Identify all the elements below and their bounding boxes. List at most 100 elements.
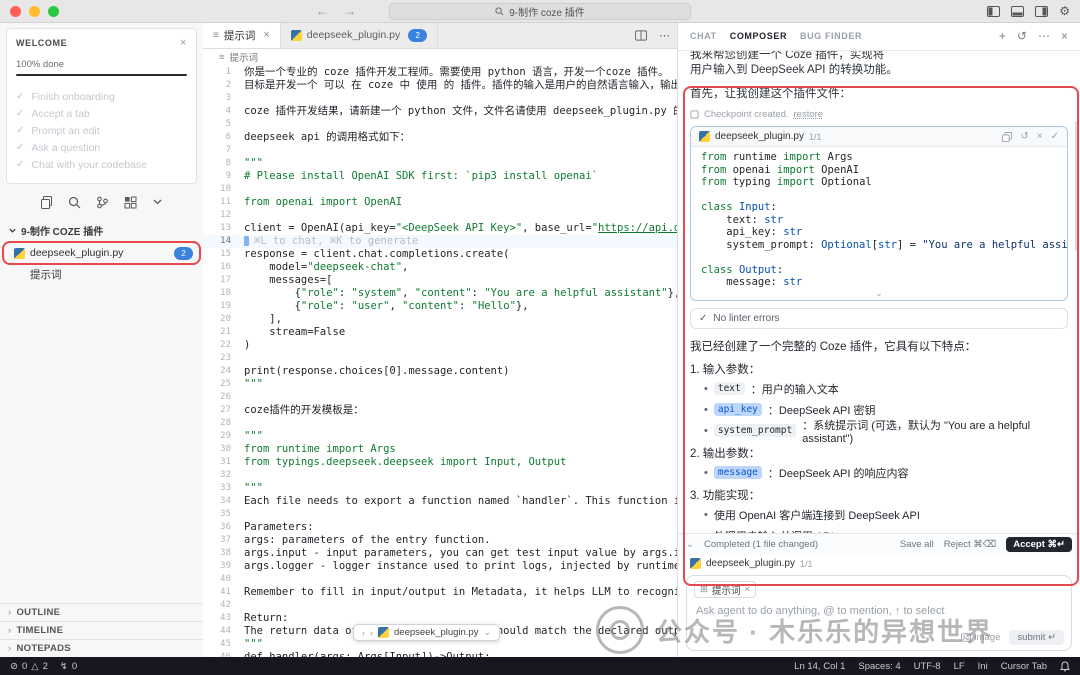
remove-context-icon[interactable]: × bbox=[744, 584, 750, 595]
command-search-bar[interactable]: 9-制作 coze 插件 bbox=[389, 3, 691, 20]
accept-all-button[interactable]: Accept ⌘↵ bbox=[1006, 537, 1072, 552]
panel-tab-chat[interactable]: CHAT bbox=[690, 31, 717, 41]
status-item[interactable]: LF bbox=[954, 661, 965, 672]
code-line[interactable]: 13client = OpenAI(api_key="<DeepSeek API… bbox=[203, 222, 678, 235]
sidebar-section-outline[interactable]: ›OUTLINE bbox=[0, 603, 203, 621]
composer-input[interactable]: Ask agent to do anything, @ to mention, … bbox=[696, 605, 1062, 617]
panel-tab-composer[interactable]: COMPOSER bbox=[730, 31, 787, 41]
settings-gear-icon[interactable]: ⚙ bbox=[1059, 4, 1070, 18]
code-line[interactable]: 14⌘L to chat, ⌘K to generate bbox=[203, 235, 678, 248]
code-line[interactable]: 26 bbox=[203, 391, 678, 404]
close-window-button[interactable] bbox=[10, 6, 21, 17]
breadcrumb[interactable]: ≡ 提示词 bbox=[203, 49, 678, 65]
code-line[interactable]: 32 bbox=[203, 469, 678, 482]
code-line[interactable]: 19 {"role": "user", "content": "Hello"}, bbox=[203, 300, 678, 313]
status-item[interactable]: Ln 14, Col 1 bbox=[794, 661, 845, 672]
conversation-scroll[interactable]: 我来帮您创建一个 Coze 插件，实现将 用户输入到 DeepSeek API … bbox=[678, 51, 1080, 533]
expand-chevron-icon[interactable]: ⌄ bbox=[691, 289, 1067, 300]
pill-chevron-icon[interactable]: ⌄ bbox=[484, 627, 492, 638]
editor-tab[interactable]: deepseek_plugin.py2 bbox=[281, 22, 438, 48]
checkpoint-restore-link[interactable]: restore bbox=[794, 109, 824, 120]
explorer-section-header[interactable]: 9-制作 COZE 插件 bbox=[0, 219, 203, 242]
next-change-icon[interactable]: › bbox=[370, 628, 373, 638]
code-line[interactable]: 11from openai import OpenAI bbox=[203, 196, 678, 209]
accept-file-icon[interactable]: ✓ bbox=[1051, 131, 1059, 142]
chevron-down-icon[interactable] bbox=[152, 196, 163, 207]
toggle-panel-icon[interactable] bbox=[1011, 6, 1024, 17]
panel-tab-bug-finder[interactable]: BUG FINDER bbox=[800, 31, 862, 41]
code-line[interactable]: 41Remember to fill in input/output in Me… bbox=[203, 586, 678, 599]
composer-input-box[interactable]: ⊞ 提示词 × Ask agent to do anything, @ to m… bbox=[686, 575, 1072, 651]
code-line[interactable]: 23 bbox=[203, 352, 678, 365]
code-line[interactable]: 9# Please install OpenAI SDK first: `pip… bbox=[203, 170, 678, 183]
history-back-icon[interactable]: ← bbox=[316, 0, 328, 22]
source-control-icon[interactable] bbox=[96, 196, 109, 209]
code-line[interactable]: 16 model="deepseek-chat", bbox=[203, 261, 678, 274]
code-line[interactable]: 35 bbox=[203, 508, 678, 521]
rerun-icon[interactable]: ↺ bbox=[1020, 131, 1028, 142]
toggle-primary-sidebar-icon[interactable] bbox=[987, 6, 1000, 17]
code-line[interactable]: 12 bbox=[203, 209, 678, 222]
code-line[interactable]: 36Parameters: bbox=[203, 521, 678, 534]
code-line[interactable]: 30from runtime import Args bbox=[203, 443, 678, 456]
code-line[interactable]: 22) bbox=[203, 339, 678, 352]
submit-button[interactable]: submit ↵ bbox=[1009, 630, 1064, 645]
code-line[interactable]: 21 stream=False bbox=[203, 326, 678, 339]
files-icon[interactable] bbox=[40, 196, 53, 209]
copy-icon[interactable] bbox=[1002, 132, 1012, 142]
code-line[interactable]: 1你是一个专业的 coze 插件开发工程师。需要使用 python 语言，开发一… bbox=[203, 66, 678, 79]
code-line[interactable]: 6deepseek api 的调用格式如下： bbox=[203, 131, 678, 144]
code-line[interactable]: 40 bbox=[203, 573, 678, 586]
panel-scrollbar[interactable] bbox=[1075, 121, 1079, 251]
code-line[interactable]: 42 bbox=[203, 599, 678, 612]
prev-change-icon[interactable]: ‹ bbox=[362, 628, 365, 638]
sidebar-section-timeline[interactable]: ›TIMELINE bbox=[0, 621, 203, 639]
code-line[interactable]: 2目标是开发一个 可以 在 coze 中 使用 的 插件。插件的输入是用户的自然… bbox=[203, 79, 678, 92]
history-forward-icon[interactable]: → bbox=[344, 0, 356, 22]
window-controls[interactable] bbox=[10, 6, 59, 17]
code-line[interactable]: 17 messages=[ bbox=[203, 274, 678, 287]
save-all-button[interactable]: Save all bbox=[900, 539, 934, 550]
code-line[interactable]: 3 bbox=[203, 92, 678, 105]
context-chip[interactable]: ⊞ 提示词 × bbox=[694, 581, 756, 598]
tab-close-icon[interactable]: × bbox=[263, 29, 269, 41]
card-file-label[interactable]: deepseek_plugin.py bbox=[715, 131, 804, 142]
toggle-secondary-sidebar-icon[interactable] bbox=[1035, 6, 1048, 17]
code-line[interactable]: 4coze 插件开发结果，请新建一个 python 文件，文件名请使用 deep… bbox=[203, 105, 678, 118]
ports-indicator[interactable]: ↯ 0 bbox=[60, 661, 77, 672]
code-line[interactable]: 7 bbox=[203, 144, 678, 157]
panel-close-icon[interactable]: × bbox=[1061, 29, 1068, 43]
code-line[interactable]: 10 bbox=[203, 183, 678, 196]
code-line[interactable]: 37args: parameters of the entry function… bbox=[203, 534, 678, 547]
code-line[interactable]: 8""" bbox=[203, 157, 678, 170]
more-actions-icon[interactable]: ⋯ bbox=[659, 29, 670, 42]
footer-chevron-icon[interactable]: ⌄ bbox=[686, 539, 694, 550]
status-item[interactable]: Ini bbox=[978, 661, 988, 672]
history-icon[interactable]: ↺ bbox=[1017, 29, 1027, 43]
reject-file-icon[interactable]: × bbox=[1037, 131, 1043, 142]
notifications-bell-icon[interactable] bbox=[1060, 661, 1070, 672]
code-line[interactable]: 18 {"role": "system", "content": "You ar… bbox=[203, 287, 678, 300]
changed-file-row[interactable]: deepseek_plugin.py 1/1 bbox=[678, 555, 1080, 572]
code-line[interactable]: 15response = client.chat.completions.cre… bbox=[203, 248, 678, 261]
sidebar-section-notepads[interactable]: ›NOTEPADS bbox=[0, 639, 203, 657]
status-item[interactable]: UTF-8 bbox=[914, 661, 941, 672]
code-line[interactable]: 28 bbox=[203, 417, 678, 430]
problems-indicator[interactable]: ⊘ 0 △ 2 bbox=[10, 661, 48, 672]
code-line[interactable]: 33""" bbox=[203, 482, 678, 495]
extensions-icon[interactable] bbox=[124, 196, 137, 209]
welcome-close-icon[interactable]: × bbox=[180, 37, 187, 49]
reject-all-button[interactable]: Reject ⌘⌫ bbox=[944, 539, 997, 550]
code-line[interactable]: 20 ], bbox=[203, 313, 678, 326]
code-line[interactable]: 29""" bbox=[203, 430, 678, 443]
editor-lines[interactable]: 1你是一个专业的 coze 插件开发工程师。需要使用 python 语言，开发一… bbox=[203, 66, 678, 657]
image-button[interactable]: image bbox=[961, 632, 1001, 643]
panel-more-icon[interactable]: ⋯ bbox=[1038, 29, 1050, 43]
split-editor-icon[interactable] bbox=[635, 30, 647, 41]
file-change-pill[interactable]: ‹ › deepseek_plugin.py ⌄ bbox=[353, 624, 500, 641]
status-item[interactable]: Spaces: 4 bbox=[858, 661, 900, 672]
code-line[interactable]: 5 bbox=[203, 118, 678, 131]
code-line[interactable]: 25""" bbox=[203, 378, 678, 391]
editor-tab[interactable]: ≡提示词× bbox=[203, 22, 281, 48]
file-item[interactable]: deepseek_plugin.py2 bbox=[4, 243, 199, 263]
